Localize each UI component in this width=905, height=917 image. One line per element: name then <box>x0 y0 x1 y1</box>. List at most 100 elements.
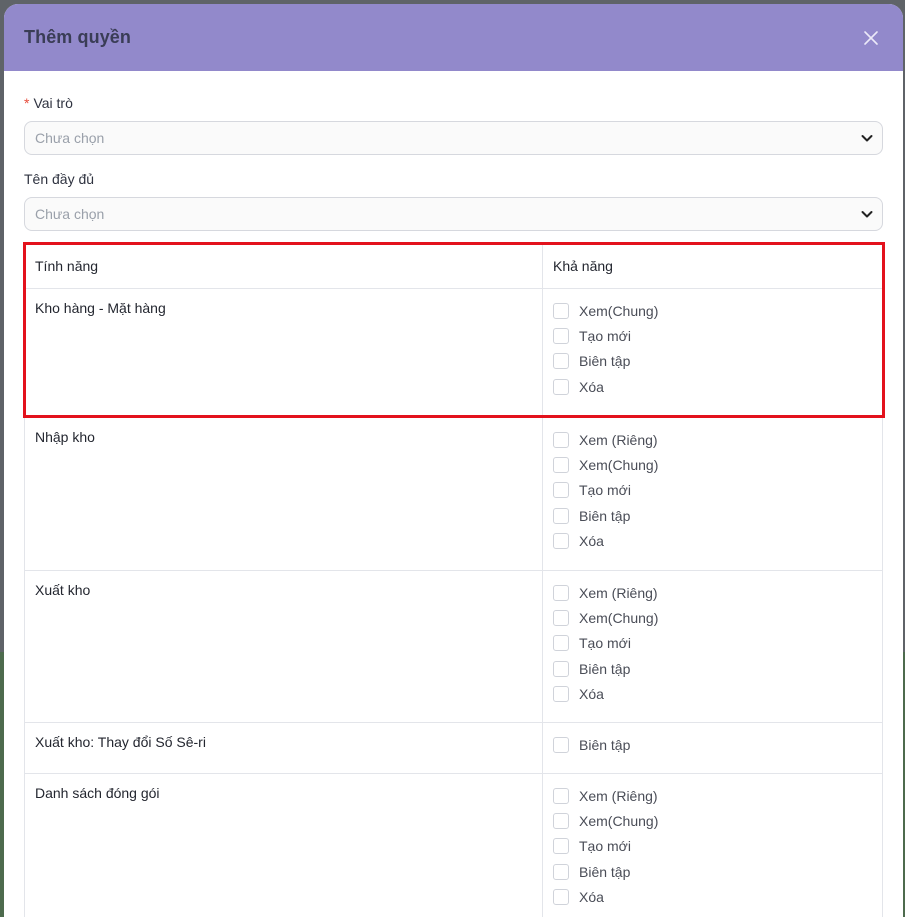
capability-checkbox[interactable] <box>553 532 569 549</box>
capability-label: Biên tập <box>579 863 631 880</box>
chevron-down-icon <box>860 131 874 145</box>
feature-cell: Nhập kho <box>25 418 543 570</box>
capability-checkbox[interactable] <box>553 812 569 829</box>
capability-option[interactable]: Biên tập <box>553 503 872 528</box>
feature-name: Danh sách đóng gói <box>35 785 160 801</box>
capability-checkbox[interactable] <box>553 787 569 804</box>
capability-option[interactable]: Biên tập <box>553 732 872 757</box>
capability-label: Xem (Riêng) <box>579 584 658 601</box>
feature-name: Kho hàng - Mặt hàng <box>35 300 166 316</box>
feature-cell: Danh sách đóng gói <box>25 774 543 917</box>
role-select[interactable]: Chưa chọn <box>24 121 883 155</box>
feature-cell: Xuất kho: Thay đổi Số Sê-ri <box>25 723 543 773</box>
full-name-select[interactable]: Chưa chọn <box>24 197 883 231</box>
capability-checkbox[interactable] <box>553 863 569 880</box>
capability-checkbox[interactable] <box>553 507 569 524</box>
capability-option[interactable]: Xóa <box>553 374 872 399</box>
capability-label: Tạo mới <box>579 327 631 344</box>
capability-checkbox[interactable] <box>553 888 569 905</box>
feature-column-header: Tính năng <box>25 243 543 289</box>
capability-option[interactable]: Xem(Chung) <box>553 605 872 630</box>
capability-checkbox[interactable] <box>553 353 569 370</box>
required-asterisk: * <box>24 95 30 111</box>
capability-checkbox[interactable] <box>553 685 569 702</box>
capability-checkbox[interactable] <box>553 584 569 601</box>
capability-checkbox[interactable] <box>553 736 569 753</box>
add-permission-dialog: Thêm quyền * Vai trò Chưa chọn Tên đầy đủ… <box>4 4 903 917</box>
capability-checkbox[interactable] <box>553 302 569 319</box>
capability-label: Biên tập <box>579 353 631 370</box>
table-row: Nhập kho Xem (Riêng) Xem(Chung) Tạo mới Biên… <box>25 417 882 570</box>
chevron-down-icon <box>860 207 874 221</box>
capability-cell: Xem(Chung) Tạo mới Biên tập Xóa <box>543 289 882 417</box>
table-row: Danh sách đóng gói Xem (Riêng) Xem(Chung) T… <box>25 773 882 917</box>
capability-label: Xem(Chung) <box>579 812 659 829</box>
table-header-row: Tính năng Khả năng <box>25 243 882 289</box>
capability-option[interactable]: Xem (Riêng) <box>553 783 872 808</box>
capability-option[interactable]: Xem(Chung) <box>553 298 872 323</box>
capability-checkbox[interactable] <box>553 456 569 473</box>
capability-option[interactable]: Xem(Chung) <box>553 452 872 477</box>
capability-label: Xem(Chung) <box>579 609 659 626</box>
capability-option[interactable]: Biên tập <box>553 859 872 884</box>
dialog-body: * Vai trò Chưa chọn Tên đầy đủ Chưa chọn … <box>4 71 903 917</box>
capability-option[interactable]: Tạo mới <box>553 478 872 503</box>
capability-cell: Xem (Riêng) Xem(Chung) Tạo mới Biên tập Xóa <box>543 418 882 570</box>
capability-option[interactable]: Biên tập <box>553 349 872 374</box>
capability-option[interactable]: Xóa <box>553 528 872 553</box>
capability-label: Biên tập <box>579 660 631 677</box>
capability-label: Tạo mới <box>579 838 631 855</box>
close-icon <box>864 30 878 45</box>
capability-cell: Biên tập <box>543 723 882 773</box>
capability-label: Xem(Chung) <box>579 456 659 473</box>
capability-option[interactable]: Xóa <box>553 884 872 909</box>
capability-checkbox[interactable] <box>553 431 569 448</box>
full-name-select-placeholder: Chưa chọn <box>35 206 105 222</box>
feature-name: Xuất kho <box>35 582 91 598</box>
capability-label: Xem (Riêng) <box>579 787 658 804</box>
capability-label: Xem (Riêng) <box>579 431 658 448</box>
capability-option[interactable]: Tạo mới <box>553 834 872 859</box>
capability-list: Biên tập <box>553 723 872 757</box>
capability-list: Xem(Chung) Tạo mới Biên tập Xóa <box>553 289 872 399</box>
capability-checkbox[interactable] <box>553 838 569 855</box>
capability-checkbox[interactable] <box>553 378 569 395</box>
capability-list: Xem (Riêng) Xem(Chung) Tạo mới Biên tập Xóa <box>553 571 872 706</box>
capability-list: Xem (Riêng) Xem(Chung) Tạo mới Biên tập Xóa <box>553 418 872 553</box>
capability-option[interactable]: Biên tập <box>553 656 872 681</box>
capability-option[interactable]: Xem (Riêng) <box>553 427 872 452</box>
capability-checkbox[interactable] <box>553 635 569 652</box>
feature-name: Nhập kho <box>35 429 95 445</box>
capability-checkbox[interactable] <box>553 609 569 626</box>
capability-option[interactable]: Xem (Riêng) <box>553 580 872 605</box>
table-row: Xuất kho Xem (Riêng) Xem(Chung) Tạo mới Biên… <box>25 570 882 722</box>
capability-label: Xóa <box>579 888 604 905</box>
capability-option[interactable]: Tạo mới <box>553 631 872 656</box>
capability-checkbox[interactable] <box>553 660 569 677</box>
capability-option[interactable]: Xem(Chung) <box>553 808 872 833</box>
capability-option[interactable]: Xóa <box>553 681 872 706</box>
close-button[interactable] <box>859 26 883 50</box>
role-label: * Vai trò <box>24 95 883 113</box>
capability-checkbox[interactable] <box>553 482 569 499</box>
capability-column-header: Khả năng <box>553 258 613 274</box>
capability-label: Xóa <box>579 532 604 549</box>
capability-cell: Xem (Riêng) Xem(Chung) Tạo mới Biên tập Xóa <box>543 571 882 722</box>
capability-option[interactable]: Tạo mới <box>553 323 872 348</box>
feature-cell: Kho hàng - Mặt hàng <box>25 289 543 417</box>
dialog-title: Thêm quyền <box>24 27 132 47</box>
capability-label: Tạo mới <box>579 635 631 652</box>
capability-label: Xóa <box>579 685 604 702</box>
role-select-placeholder: Chưa chọn <box>35 130 105 146</box>
dialog-header: Thêm quyền <box>4 4 903 71</box>
capability-cell: Xem (Riêng) Xem(Chung) Tạo mới Biên tập Xóa <box>543 774 882 917</box>
capability-label: Xóa <box>579 378 604 395</box>
capability-list: Xem (Riêng) Xem(Chung) Tạo mới Biên tập Xóa <box>553 774 872 909</box>
role-label-text: Vai trò <box>33 95 73 111</box>
full-name-label: Tên đầy đủ <box>24 171 95 187</box>
capability-label: Tạo mới <box>579 482 631 499</box>
capability-label: Biên tập <box>579 507 631 524</box>
capability-checkbox[interactable] <box>553 327 569 344</box>
capability-label: Biên tập <box>579 736 631 753</box>
feature-cell: Xuất kho <box>25 571 543 722</box>
